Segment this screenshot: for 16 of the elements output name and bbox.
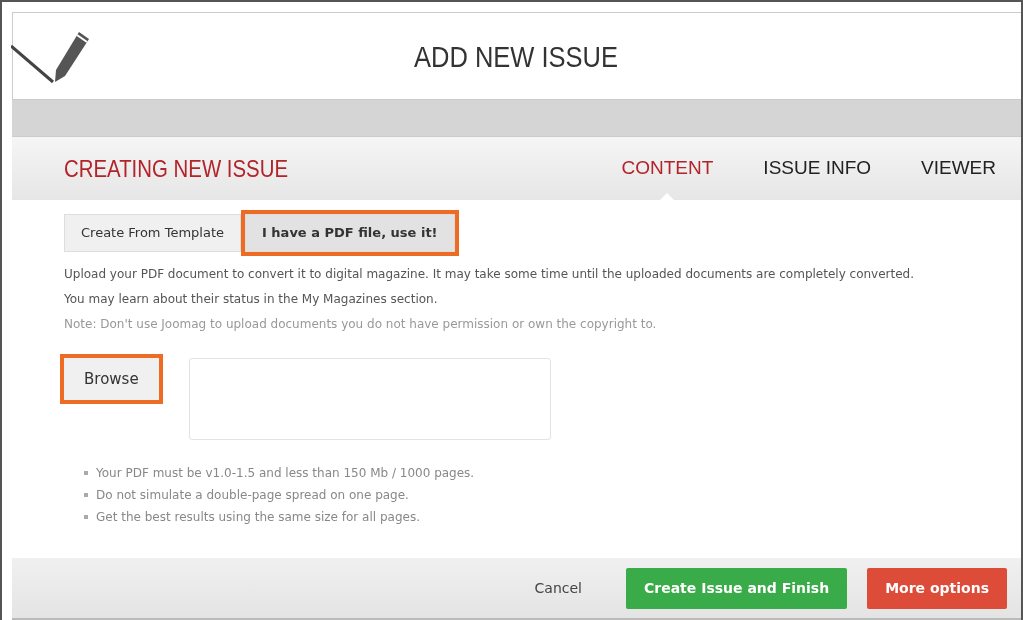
- tab[interactable]: ISSUE INFO: [738, 136, 897, 201]
- tab[interactable]: VIEWER: [896, 136, 1021, 201]
- description-text: Upload your PDF document to convert it to digital magazine. It may take some time until the uploaded documents are completely converted. You may learn about their status in the My Magazines section.: [64, 265, 916, 308]
- source-option-button[interactable]: Create From Template: [64, 214, 241, 252]
- requirement-text: Your PDF must be v1.0-1.5 and less than 150 Mb / 1000 pages.: [96, 464, 475, 482]
- panel-title: CREATING NEW ISSUE: [64, 153, 290, 184]
- bullet-icon: [84, 492, 88, 497]
- requirement-text: Do not simulate a double-page spread on one page.: [96, 486, 409, 504]
- requirement-text: Get the best results using the same size for all pages.: [96, 508, 420, 526]
- more-options-button[interactable]: More options: [867, 567, 1007, 609]
- note-text: Note: Don't use Joomag to upload documents you do not have permission or own the copyright to.: [64, 315, 658, 333]
- bullet-icon: [84, 470, 88, 475]
- tab[interactable]: CONTENT: [596, 136, 739, 201]
- bullet-icon: [84, 514, 88, 519]
- window-title: ADD NEW ISSUE: [413, 38, 619, 75]
- cancel-button[interactable]: Cancel: [528, 576, 588, 600]
